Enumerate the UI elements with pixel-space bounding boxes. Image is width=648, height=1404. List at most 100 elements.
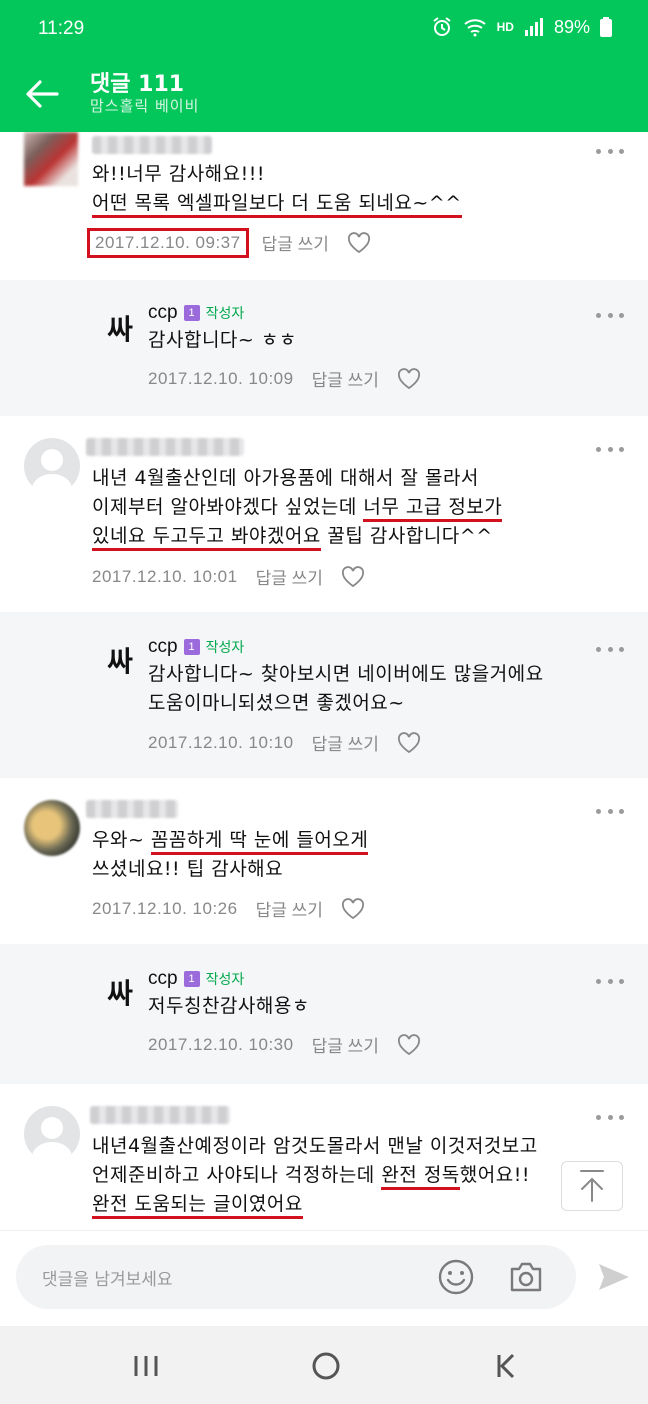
like-button[interactable] [341, 897, 365, 920]
back-button[interactable] [20, 72, 64, 116]
author-avatar[interactable]: 싸 [92, 964, 148, 1020]
send-icon [599, 1264, 629, 1290]
alarm-icon [431, 16, 453, 38]
comment-text: 와!!너무 감사해요!!! 어떤 목록 엑셀파일보다 더 도움 되네요~^^ [92, 160, 462, 218]
more-options-button[interactable] [596, 644, 624, 654]
signal-icon [524, 18, 544, 36]
heart-icon [397, 367, 420, 389]
heart-icon [397, 1033, 420, 1055]
chevron-left-icon [497, 1353, 515, 1379]
recent-apps-button[interactable] [126, 1346, 166, 1386]
app-header: 댓글 111 맘스홀릭 베이비 [0, 60, 648, 132]
comment-input[interactable]: 댓글을 남겨보세요 [16, 1245, 576, 1309]
more-options-button[interactable] [596, 1112, 624, 1122]
comment-meta: 2017.12.10. 10:30 답글 쓰기 [148, 1032, 421, 1057]
comment-input-placeholder: 댓글을 남겨보세요 [42, 1270, 173, 1290]
cafe-name: 맘스홀릭 베이비 [90, 97, 200, 115]
status-time: 11:29 [38, 18, 85, 39]
comment-meta: 2017.12.10. 10:26 답글 쓰기 [92, 896, 365, 921]
status-icons: HD 89% [431, 16, 612, 38]
like-button[interactable] [341, 565, 365, 588]
home-icon [312, 1352, 340, 1380]
author-badge: 작성자 [205, 639, 245, 655]
smile-icon [438, 1259, 474, 1295]
comment-text: 감사합니다~ 찾아보시면 네이버에도 많을거에요 도움이마니되셨으면 좋겠어요~ [148, 663, 544, 714]
reply-button[interactable]: 답글 쓰기 [256, 564, 323, 589]
wifi-icon [463, 17, 487, 37]
battery-icon [600, 17, 612, 37]
comment-text: 감사합니다~ ㅎㅎ [148, 329, 297, 351]
comment-meta: 2017.12.10. 10:10 답글 쓰기 [148, 730, 421, 755]
author-avatar[interactable]: 싸 [92, 300, 148, 356]
like-button[interactable] [397, 367, 421, 390]
reply-button[interactable]: 답글 쓰기 [312, 730, 379, 755]
reply-item: 싸 ccp 1 작성자 저두칭찬감사해용ㅎ 2017.12.10. 10:30 … [0, 944, 648, 1084]
comment-text: 우와~ 꼼꼼하게 딱 눈에 들어오게 쓰셨네요!! 팁 감사해요 [92, 829, 369, 880]
nickname-blurred[interactable] [90, 1106, 230, 1124]
more-options-button[interactable] [596, 806, 624, 816]
author-badge: 작성자 [205, 971, 245, 987]
more-options-button[interactable] [596, 444, 624, 454]
reply-item: 싸 ccp 1 작성자 감사합니다~ 찾아보시면 네이버에도 많을거에요 도움이… [0, 612, 648, 778]
level-badge: 1 [183, 971, 200, 987]
recent-apps-icon [134, 1356, 158, 1376]
reply-nickname[interactable]: ccp 1 작성자 [148, 968, 244, 990]
level-badge: 1 [183, 305, 200, 321]
comment-item: 내년 4월출산인데 아가용품에 대해서 잘 몰라서 이제부터 알아봐야겠다 싶었… [0, 416, 648, 612]
emoji-button[interactable] [436, 1257, 476, 1297]
comment-item: 우와~ 꼼꼼하게 딱 눈에 들어오게 쓰셨네요!! 팁 감사해요 2017.12… [0, 778, 648, 944]
camera-icon [510, 1262, 542, 1292]
heart-icon [341, 565, 364, 587]
comment-input-bar: 댓글을 남겨보세요 [0, 1230, 648, 1326]
reply-button[interactable]: 답글 쓰기 [256, 896, 323, 921]
like-button[interactable] [397, 731, 421, 754]
nickname-blurred[interactable] [86, 438, 244, 456]
comment-meta: 2017.12.10. 09:37 답글 쓰기 [87, 227, 371, 258]
home-button[interactable] [306, 1346, 346, 1386]
heart-icon [397, 731, 420, 753]
level-badge: 1 [183, 639, 200, 655]
comment-meta: 2017.12.10. 10:01 답글 쓰기 [92, 564, 365, 589]
camera-button[interactable] [506, 1257, 546, 1297]
comment-text: 내년 4월출산인데 아가용품에 대해서 잘 몰라서 이제부터 알아봐야겠다 싶었… [92, 464, 503, 551]
comment-item: 와!!너무 감사해요!!! 어떤 목록 엑셀파일보다 더 도움 되네요~^^ 2… [0, 132, 648, 280]
scroll-to-top-button[interactable] [561, 1161, 623, 1211]
comment-text: 내년4월출산예정이라 암것도몰라서 맨날 이것저것보고 언제준비하고 사야되나 … [92, 1132, 538, 1219]
avatar[interactable] [24, 438, 80, 494]
status-bar: 11:29 HD 89% [0, 0, 648, 60]
author-badge: 작성자 [205, 305, 245, 321]
avatar[interactable] [24, 1106, 80, 1162]
nickname-blurred[interactable] [92, 136, 212, 154]
system-back-button[interactable] [488, 1346, 528, 1386]
like-button[interactable] [347, 231, 371, 254]
reply-nickname[interactable]: ccp 1 작성자 [148, 636, 244, 658]
more-options-button[interactable] [596, 146, 624, 156]
reply-item: 싸 ccp 1 작성자 감사합니다~ ㅎㅎ 2017.12.10. 10:09 … [0, 280, 648, 416]
comment-date: 2017.12.10. 10:10 [148, 732, 294, 752]
comment-date: 2017.12.10. 10:30 [148, 1034, 294, 1054]
avatar[interactable] [24, 132, 78, 186]
avatar[interactable] [24, 800, 80, 856]
like-button[interactable] [397, 1033, 421, 1056]
comment-item: 내년4월출산예정이라 암것도몰라서 맨날 이것저것보고 언제준비하고 사야되나 … [0, 1084, 648, 1230]
more-options-button[interactable] [596, 976, 624, 986]
heart-icon [347, 231, 370, 253]
comment-list[interactable]: 와!!너무 감사해요!!! 어떤 목록 엑셀파일보다 더 도움 되네요~^^ 2… [0, 132, 648, 1230]
system-nav-bar [0, 1326, 648, 1404]
arrow-left-icon [26, 80, 59, 108]
reply-button[interactable]: 답글 쓰기 [312, 366, 379, 391]
heart-icon [341, 897, 364, 919]
hd-voice-label: HD [496, 20, 514, 34]
reply-button[interactable]: 답글 쓰기 [312, 1032, 379, 1057]
reply-nickname[interactable]: ccp 1 작성자 [148, 302, 244, 324]
comment-date: 2017.12.10. 10:01 [92, 566, 238, 586]
comment-text: 저두칭찬감사해용ㅎ [148, 995, 310, 1017]
comment-date: 2017.12.10. 10:26 [92, 898, 238, 918]
page-title: 댓글 111 [90, 72, 185, 97]
send-button[interactable] [594, 1257, 634, 1297]
reply-button[interactable]: 답글 쓰기 [262, 230, 329, 255]
more-options-button[interactable] [596, 310, 624, 320]
nickname-blurred[interactable] [86, 800, 178, 818]
author-avatar[interactable]: 싸 [92, 632, 148, 688]
arrow-up-icon [580, 1170, 604, 1202]
